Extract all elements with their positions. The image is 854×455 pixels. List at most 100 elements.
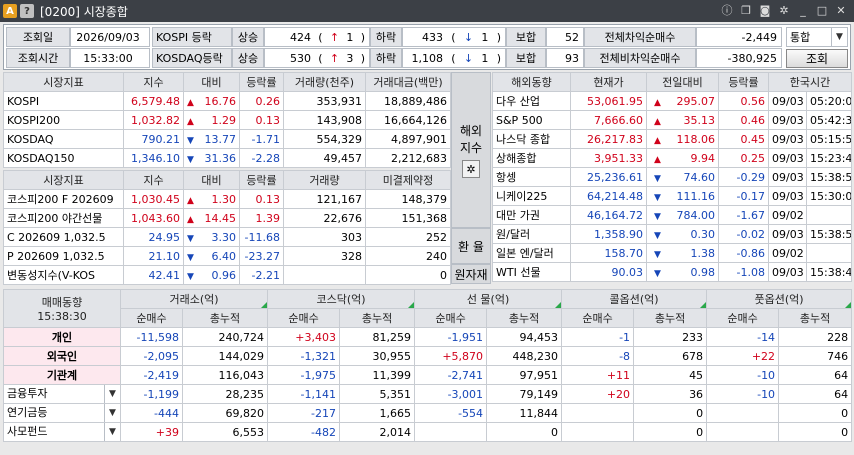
overseas-name[interactable]: 다우 산업 bbox=[492, 91, 571, 111]
investor-name[interactable]: ▼ 금융투자 bbox=[3, 384, 121, 404]
gear-icon[interactable]: ✲ bbox=[777, 3, 791, 17]
gear-icon[interactable]: ✲ bbox=[462, 160, 480, 178]
minimize-icon[interactable]: _ bbox=[796, 3, 810, 17]
time-field[interactable]: 15:33:00 bbox=[70, 48, 150, 68]
date-field[interactable]: 2026/09/03 bbox=[70, 27, 150, 47]
index-name[interactable]: 코스피200 야간선물 bbox=[3, 208, 124, 228]
index-name[interactable]: 코스피200 F 202609 bbox=[3, 189, 124, 209]
table-row[interactable]: 변동성지수(V-KOS 42.41 ▼ 0.96 -2.21 0 bbox=[3, 265, 451, 285]
info-icon[interactable]: ⓘ bbox=[720, 3, 734, 17]
table-row[interactable]: 항셍25,236.61 ▼ 74.60-0.2909/0315:38:50 bbox=[492, 167, 853, 187]
overseas-name[interactable]: 항셍 bbox=[492, 167, 571, 187]
index-rate: 0.13 bbox=[239, 189, 284, 209]
cumulative-value: 94,453 bbox=[486, 327, 563, 347]
sub-header: 총누적 bbox=[778, 308, 853, 328]
overseas-name[interactable]: 나스닥 종합 bbox=[492, 129, 571, 149]
copy-icon[interactable]: ❐ bbox=[739, 3, 753, 17]
kospi-down-value: 433 ( ↓ 1 ) bbox=[402, 27, 506, 47]
table-row[interactable]: KOSPI200 1,032.82 ▲ 1.29 0.13 143,908 16,664,1… bbox=[3, 110, 451, 130]
table-row[interactable]: 개인 -11,598 240,724 +3,403 81,259 -1,951 94,453… bbox=[3, 327, 853, 347]
overseas-value: 3,951.33 bbox=[570, 148, 647, 168]
overseas-index-toggle[interactable]: 해외 지수 ✲ bbox=[451, 72, 491, 228]
overseas-change: ▼ 784.00 bbox=[646, 205, 719, 225]
index-name[interactable]: KOSPI bbox=[3, 91, 124, 111]
down-triangle-icon: ▼ bbox=[654, 173, 661, 184]
chevron-down-icon[interactable]: ▼ bbox=[831, 28, 847, 46]
commodity-toggle[interactable]: 원자재 bbox=[451, 264, 491, 284]
index-volume: 22,676 bbox=[283, 208, 366, 228]
cumulative-value: 11,399 bbox=[339, 365, 416, 385]
query-button[interactable]: 조회 bbox=[786, 49, 848, 68]
investor-name[interactable]: 기관계 bbox=[3, 365, 121, 385]
table-row[interactable]: ▼ 연기금등 -444 69,820 -217 1,665 -554 11,844 0 0 bbox=[3, 403, 853, 423]
change-value: 118.06 bbox=[676, 132, 716, 146]
index-name[interactable]: KOSDAQ150 bbox=[3, 148, 124, 168]
net-buy-value: -482 bbox=[267, 422, 341, 442]
table-row[interactable]: ▼ 사모펀드 +39 6,553 -482 2,014 0 0 0 bbox=[3, 422, 853, 442]
index-change: ▲ 1.30 bbox=[183, 189, 240, 209]
column-header: 미결제약정 bbox=[365, 170, 451, 190]
change-value: 16.76 bbox=[204, 94, 237, 108]
index-name[interactable]: P 202609 1,032.5 bbox=[3, 246, 124, 266]
overseas-name[interactable]: 상해종합 bbox=[492, 148, 571, 168]
sub-header: 순매수 bbox=[561, 308, 635, 328]
overseas-name[interactable]: S&P 500 bbox=[492, 110, 571, 130]
up-arrow-icon: ↑ bbox=[329, 30, 340, 44]
overseas-change: ▼ 0.30 bbox=[646, 224, 719, 244]
index-name[interactable]: 변동성지수(V-KOS bbox=[3, 265, 124, 285]
table-row[interactable]: 나스닥 종합26,217.83 ▲ 118.060.4509/0305:15:59 bbox=[492, 129, 853, 149]
table-row[interactable]: 상해종합3,951.33 ▲ 9.940.2509/0315:23:48 bbox=[492, 148, 853, 168]
overseas-name[interactable]: 일본 엔/달러 bbox=[492, 243, 571, 263]
chevron-down-icon[interactable]: ▼ bbox=[104, 404, 120, 422]
table-row[interactable]: KOSPI 6,579.48 ▲ 16.76 0.26 353,931 18,889,486 bbox=[3, 91, 451, 111]
table-row[interactable]: 다우 산업53,061.95 ▲ 295.070.5609/0305:20:01 bbox=[492, 91, 853, 111]
column-header: 대비 bbox=[183, 170, 240, 190]
table-row[interactable]: C 202609 1,032.5 24.95 ▼ 3.30 -11.68 303 252 bbox=[3, 227, 451, 247]
table-row[interactable]: 니케이22564,214.48 ▼ 111.16-0.1709/0315:30:02 bbox=[492, 186, 853, 206]
table-row[interactable]: 외국인 -2,095 144,029 -1,321 30,955 +5,870 448,23… bbox=[3, 346, 853, 366]
app-badge-a[interactable]: A bbox=[3, 4, 17, 18]
change-value: 0.30 bbox=[690, 227, 716, 241]
index-name[interactable]: KOSPI200 bbox=[3, 110, 124, 130]
overseas-name[interactable]: WTI 선물 bbox=[492, 262, 571, 282]
chevron-down-icon[interactable]: ▼ bbox=[104, 385, 120, 403]
table-row[interactable]: S&P 5007,666.60 ▲ 35.130.4609/0305:42:34 bbox=[492, 110, 853, 130]
table-row[interactable]: 일본 엔/달러 158.70 ▼ 1.38 -0.86 09/02 bbox=[492, 243, 853, 263]
maximize-icon[interactable]: □ bbox=[815, 3, 829, 17]
help-badge[interactable]: ? bbox=[20, 4, 34, 18]
investor-name[interactable]: 외국인 bbox=[3, 346, 121, 366]
table-row[interactable]: 원/달러1,358.90 ▼ 0.30-0.0209/0315:38:50 bbox=[492, 224, 853, 244]
close-icon[interactable]: ✕ bbox=[834, 3, 848, 17]
table-row[interactable]: 대만 가권 46,164.72 ▼ 784.00 -1.67 09/02 bbox=[492, 205, 853, 225]
index-name[interactable]: KOSDAQ bbox=[3, 129, 124, 149]
group-header: 콜옵션(억) bbox=[561, 289, 708, 309]
investor-name[interactable]: ▼ 사모펀드 bbox=[3, 422, 121, 442]
index-name[interactable]: C 202609 1,032.5 bbox=[3, 227, 124, 247]
market-select[interactable]: 통합 ▼ bbox=[786, 27, 848, 47]
fx-toggle[interactable]: 환 율 bbox=[451, 228, 491, 264]
table-row[interactable]: 기관계 -2,419 116,043 -1,975 11,399 -2,741 97,951… bbox=[3, 365, 853, 385]
table-row[interactable]: KOSDAQ150 1,346.10 ▼ 31.36 -2.28 49,457 2,212,… bbox=[3, 148, 451, 168]
group-header: 거래소(억) bbox=[119, 289, 269, 309]
table-row[interactable]: KOSDAQ 790.21 ▼ 13.77 -1.71 554,329 4,897,901 bbox=[3, 129, 451, 149]
overseas-name[interactable]: 원/달러 bbox=[492, 224, 571, 244]
cumulative-value: 64 bbox=[778, 365, 853, 385]
table-row[interactable]: ▼ 금융투자 -1,199 28,235 -1,141 5,351 -3,001 79,149… bbox=[3, 384, 853, 404]
overseas-value: 53,061.95 bbox=[570, 91, 647, 111]
down-triangle-icon: ▼ bbox=[187, 252, 194, 263]
column-header: 등락률 bbox=[239, 170, 284, 190]
index-rate: -1.71 bbox=[239, 129, 284, 149]
table-row[interactable]: 코스피200 야간선물 1,043.60 ▲ 14.45 1.39 22,676 151,3… bbox=[3, 208, 451, 228]
table-row[interactable]: WTI 선물90.03 ▼ 0.98-1.0809/0315:38:49 bbox=[492, 262, 853, 282]
overseas-name[interactable]: 대만 가권 bbox=[492, 205, 571, 225]
down-triangle-icon: ▼ bbox=[654, 211, 661, 222]
investor-name[interactable]: ▼ 연기금등 bbox=[3, 403, 121, 423]
investor-name[interactable]: 개인 bbox=[3, 327, 121, 347]
kospi-breadth-label: KOSPI 등락 bbox=[152, 27, 232, 47]
table-row[interactable]: 코스피200 F 202609 1,030.45 ▲ 1.30 0.13 121,167 1… bbox=[3, 189, 451, 209]
down-triangle-icon: ▼ bbox=[654, 268, 661, 279]
table-row[interactable]: P 202609 1,032.5 21.10 ▼ 6.40 -23.27 328 240 bbox=[3, 246, 451, 266]
chevron-down-icon[interactable]: ▼ bbox=[104, 423, 120, 441]
overseas-name[interactable]: 니케이225 bbox=[492, 186, 571, 206]
camera-icon[interactable]: ◙ bbox=[758, 3, 772, 17]
